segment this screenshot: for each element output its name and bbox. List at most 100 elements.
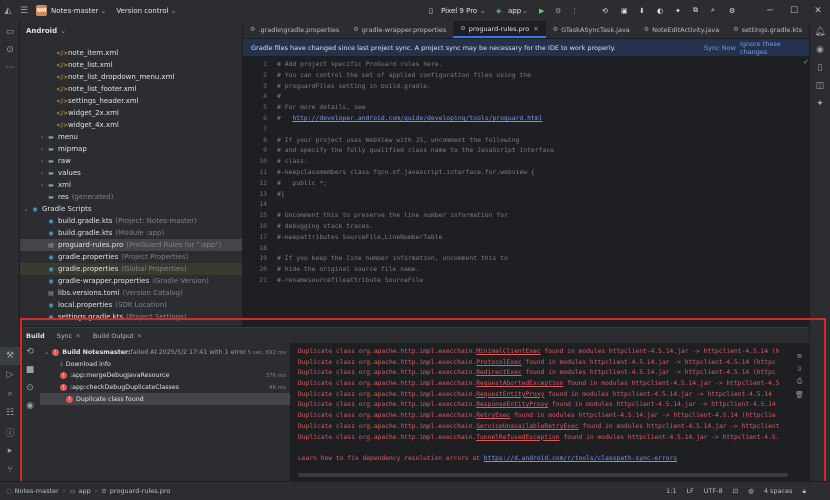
gemini-assist-icon[interactable]: ✦: [810, 95, 830, 113]
tree-item[interactable]: </> widget_4x.xml: [20, 119, 242, 131]
tree-item[interactable]: ▤ libs.versions.toml (Version Catalog): [20, 287, 242, 299]
build-tab[interactable]: Sync ✕: [57, 332, 81, 340]
minimize-icon[interactable]: ─: [760, 0, 780, 21]
project-icon[interactable]: ▭: [0, 23, 20, 41]
sync-now-link[interactable]: Sync Now: [704, 44, 736, 52]
tree-item[interactable]: ◉ gradle.properties (Global Properties): [20, 263, 242, 275]
editor-scrollbar[interactable]: ✓: [803, 56, 809, 326]
problems-icon[interactable]: ⓘ: [0, 423, 20, 441]
project-selector[interactable]: Notes-master: [51, 7, 98, 15]
build-tree-item[interactable]: ⤓ Download info: [40, 359, 290, 371]
chevron-right-icon[interactable]: ›: [38, 158, 46, 165]
chevron-right-icon[interactable]: ›: [38, 146, 46, 153]
settings-icon[interactable]: ⚙: [729, 7, 735, 15]
gradle-icon[interactable]: ◉: [810, 41, 830, 59]
class-link[interactable]: RedirectExec: [476, 369, 522, 376]
build-tab[interactable]: Build: [26, 332, 45, 340]
version-control-icon[interactable]: ⑂: [0, 461, 20, 479]
close-tab-icon[interactable]: ✕: [75, 332, 80, 340]
chevron-right-icon[interactable]: ›: [38, 170, 46, 177]
chevron-right-icon[interactable]: ›: [38, 182, 46, 189]
editor-tab[interactable]: ⚙ proguard-rules.pro ✕: [453, 21, 546, 38]
class-link[interactable]: ProtocolExec: [476, 359, 522, 366]
commit-icon[interactable]: ⊙: [0, 41, 20, 59]
stop-icon[interactable]: ■: [20, 361, 40, 379]
tree-item[interactable]: </> widget_2x.xml: [20, 107, 242, 119]
tree-item[interactable]: › ▬ raw: [20, 155, 242, 167]
line-separator[interactable]: LF: [686, 487, 693, 495]
tree-item[interactable]: ◉ build.gradle.kts (Project: Notes-master): [20, 215, 242, 227]
chevron-down-icon[interactable]: ⌄: [100, 7, 106, 15]
sync-icon[interactable]: ⟲: [602, 7, 608, 15]
editor-tab[interactable]: ⚙ settings.gradle.kts: [726, 21, 809, 38]
tree-item[interactable]: ◉ gradle-wrapper.properties (Gradle Versio…: [20, 275, 242, 287]
tree-item[interactable]: </> note_list_dropdown_menu.xml: [20, 71, 242, 83]
eye-icon[interactable]: ◉: [20, 397, 40, 415]
editor-tab[interactable]: ⚙ NoteEditActivity.java: [637, 21, 726, 38]
tree-item[interactable]: </> note_list.xml: [20, 59, 242, 71]
build-tree-item[interactable]: !:app:mergeDebugJavaResource 376 ms: [40, 370, 290, 382]
breadcrumb-project[interactable]: Notes-master: [15, 487, 59, 495]
tree-item[interactable]: </> settings_header.xml: [20, 95, 242, 107]
build-tree-item[interactable]: !:app:checkDebugDuplicateClasses 46 ms: [40, 382, 290, 394]
editor-tab[interactable]: ⚙ gradle-wrapper.properties: [346, 21, 453, 38]
soft-wrap-icon[interactable]: ≡: [790, 349, 809, 362]
class-link[interactable]: RequestAbortedException: [476, 380, 563, 387]
chevron-down-icon[interactable]: ⌄: [522, 7, 528, 15]
tree-item[interactable]: › ▬ mipmap: [20, 143, 242, 155]
tree-item[interactable]: ◉ local.properties (SDK Location): [20, 299, 242, 311]
code-url-link[interactable]: http://developer.android.com/guide/devel…: [292, 114, 542, 122]
sdk-manager-icon[interactable]: ⬇: [639, 7, 645, 15]
device-manager-icon[interactable]: ▣: [621, 7, 628, 15]
class-link[interactable]: ServiceUnavailableRetryExec: [476, 423, 578, 430]
profiler-icon[interactable]: ◐: [657, 7, 663, 15]
project-view-header[interactable]: Android ⌄: [20, 21, 242, 41]
run-tool-icon[interactable]: ▷: [0, 366, 20, 384]
file-encoding[interactable]: UTF-8: [704, 487, 723, 495]
filter-icon[interactable]: ⊙: [20, 379, 40, 397]
debug-icon[interactable]: ⚙: [555, 7, 561, 15]
close-tab-icon[interactable]: ✕: [137, 332, 142, 340]
tree-item[interactable]: ◉ settings.gradle.kts (Project Settings): [20, 311, 242, 323]
build-icon[interactable]: ⚒: [0, 347, 20, 365]
project-view-selector[interactable]: Android: [26, 27, 57, 35]
run-icon[interactable]: ▶: [539, 7, 544, 15]
chevron-down-icon[interactable]: ⌄: [22, 206, 30, 213]
code-editor[interactable]: # Add project specific ProGuard rules he…: [273, 56, 803, 326]
tree-item[interactable]: </> note_list_footer.xml: [20, 83, 242, 95]
editor-tab[interactable]: ⚙ GTaskASyncTask.java: [546, 21, 637, 38]
tree-item[interactable]: ◉ build.gradle.kts (Module :app): [20, 227, 242, 239]
close-icon[interactable]: ✕: [808, 0, 828, 21]
more-actions-icon[interactable]: ⋮: [571, 7, 578, 15]
scroll-to-end-icon[interactable]: ⇩: [790, 362, 809, 375]
terminal-icon[interactable]: ▸: [0, 442, 20, 460]
breadcrumb-file[interactable]: proguard-rules.pro: [110, 487, 171, 495]
breadcrumb-module[interactable]: app: [78, 487, 90, 495]
tree-item[interactable]: › ▬ menu: [20, 131, 242, 143]
learn-more-link[interactable]: https://d.android.com/r/tools/classpath-…: [484, 455, 677, 462]
more-tools-icon[interactable]: ⋯: [0, 59, 20, 77]
device-mirroring-icon[interactable]: ▯: [810, 59, 830, 77]
class-link[interactable]: RetryExec: [476, 412, 510, 419]
trash-icon[interactable]: 🗑︎: [790, 388, 809, 401]
restart-icon[interactable]: ⟲: [20, 343, 40, 361]
gemini-icon[interactable]: ✦: [675, 7, 681, 15]
build-output[interactable]: Duplicate class org.apache.http.impl.exe…: [290, 343, 790, 481]
tree-item[interactable]: ▤ proguard-rules.pro (ProGuard Rules for "…: [20, 239, 242, 251]
class-link[interactable]: TunnelRefusedException: [476, 434, 559, 441]
maximize-icon[interactable]: ☐: [784, 0, 804, 21]
run-config-selector[interactable]: app: [508, 7, 521, 15]
build-tree-item[interactable]: ! Duplicate class found: [40, 393, 290, 405]
class-link[interactable]: ResponseEntityProxy: [476, 401, 548, 408]
device-selector[interactable]: Pixel 9 Pro: [441, 7, 477, 15]
class-link[interactable]: RequestEntityProxy: [476, 391, 544, 398]
chevron-down-icon[interactable]: ⌄: [480, 7, 486, 15]
tree-item[interactable]: ◉ gradle.properties (Project Properties): [20, 251, 242, 263]
close-tab-icon[interactable]: ✕: [533, 25, 538, 33]
tree-item[interactable]: › ▬ values: [20, 167, 242, 179]
logcat-icon[interactable]: ☷: [0, 404, 20, 422]
tree-item[interactable]: </> note_item.xml: [20, 47, 242, 59]
indent-setting[interactable]: 4 spaces: [764, 487, 793, 495]
chevron-down-icon[interactable]: ⌄: [171, 7, 177, 15]
ignore-changes-link[interactable]: Ignore these changes: [740, 40, 809, 56]
